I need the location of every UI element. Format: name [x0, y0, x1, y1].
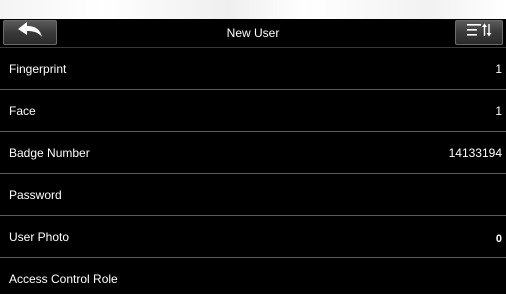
- row-label: Face: [9, 104, 36, 118]
- row-value: 1: [495, 104, 502, 118]
- list-item-badge-number[interactable]: Badge Number 14133194: [0, 131, 506, 173]
- row-label: User Photo: [9, 230, 70, 244]
- menu-button[interactable]: [455, 20, 503, 45]
- top-bezel: [0, 0, 506, 19]
- row-value: 1: [495, 62, 502, 76]
- row-value: 0: [495, 233, 502, 245]
- list-item-fingerprint[interactable]: Fingerprint 1: [0, 47, 506, 89]
- list-item-face[interactable]: Face 1: [0, 89, 506, 131]
- list-item-user-photo[interactable]: User Photo 0: [0, 215, 506, 257]
- row-label: Fingerprint: [9, 62, 67, 76]
- sort-menu-icon: [466, 22, 492, 43]
- list-item-password[interactable]: Password: [0, 173, 506, 215]
- row-label: Badge Number: [9, 146, 90, 160]
- list-item-access-control-role[interactable]: Access Control Role: [0, 257, 506, 299]
- user-fields-list: Fingerprint 1 Face 1 Badge Number 141331…: [0, 47, 506, 299]
- row-label: Password: [9, 188, 62, 202]
- page-title: New User: [226, 26, 280, 40]
- row-value: 14133194: [448, 146, 502, 160]
- title-bar: New User: [0, 19, 506, 47]
